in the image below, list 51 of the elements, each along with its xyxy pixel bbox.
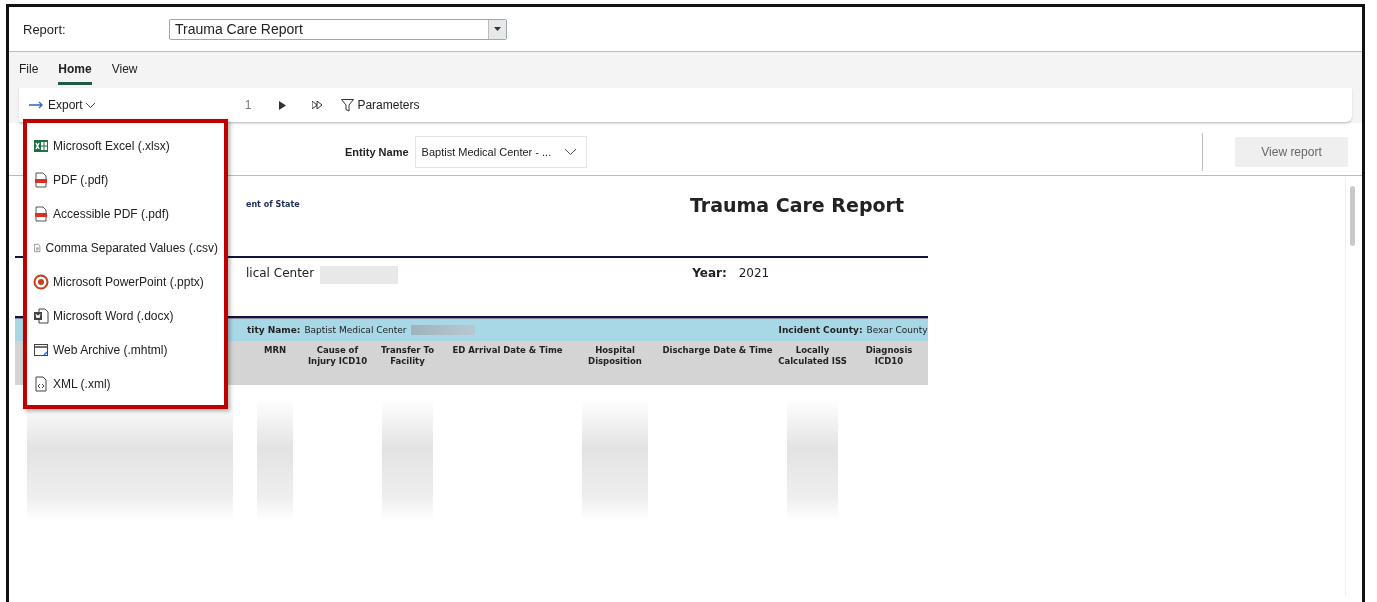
column-header: Discharge Date & Time bbox=[661, 344, 774, 357]
spreadsheet-icon bbox=[33, 138, 49, 154]
dropdown-arrow-icon bbox=[494, 27, 501, 31]
document-icon bbox=[33, 308, 49, 324]
column-header: Transfer To Facility bbox=[380, 344, 435, 368]
field-label: Incident County: bbox=[778, 325, 863, 335]
view-report-button[interactable]: View report bbox=[1235, 137, 1348, 167]
filter-icon bbox=[341, 98, 355, 112]
window-icon bbox=[33, 342, 49, 358]
agency-name: ent of State bbox=[246, 199, 300, 209]
column-header: Locally Calculated ISS bbox=[777, 344, 848, 368]
export-menu-item[interactable]: Comma Separated Values (.csv) bbox=[27, 231, 224, 265]
entity-name-label: Entity Name bbox=[345, 146, 409, 158]
export-menu-item[interactable]: Microsoft PowerPoint (.pptx) bbox=[27, 265, 224, 299]
redacted-block bbox=[410, 325, 475, 335]
circle-icon bbox=[33, 274, 49, 290]
entity-name-dropdown[interactable]: Baptist Medical Center - ... bbox=[414, 136, 588, 168]
ribbon-tab[interactable]: View bbox=[111, 55, 138, 85]
column-header: Hospital Disposition bbox=[587, 344, 643, 368]
caret-icon bbox=[85, 102, 95, 108]
export-menu-item[interactable]: Web Archive (.mhtml) bbox=[27, 333, 224, 367]
export-menu-item[interactable]: Accessible PDF (.pdf) bbox=[27, 197, 224, 231]
ribbon-tab[interactable]: Home bbox=[58, 55, 92, 85]
report-label: Report: bbox=[23, 21, 67, 37]
report-title: Trauma Care Report bbox=[689, 194, 904, 216]
export-button[interactable]: Export bbox=[25, 96, 99, 114]
column-header: MRN bbox=[262, 344, 288, 357]
last-page-icon[interactable] bbox=[312, 101, 324, 109]
export-menu-item[interactable]: Microsoft Excel (.xlsx) bbox=[27, 129, 224, 163]
ribbon-tab[interactable]: File bbox=[19, 55, 39, 85]
field-value: Baptist Medical Center bbox=[304, 325, 407, 335]
chevron-down-icon bbox=[565, 149, 577, 155]
parameters-button[interactable]: Parameters bbox=[337, 96, 424, 114]
export-menu-item[interactable]: XML (.xml) bbox=[27, 367, 224, 401]
document-icon bbox=[33, 206, 49, 222]
export-menu-item[interactable]: PDF (.pdf) bbox=[27, 163, 224, 197]
document-icon bbox=[33, 376, 49, 392]
document-icon bbox=[33, 172, 49, 188]
next-page-icon[interactable] bbox=[279, 100, 287, 110]
column-header: Diagnosis ICD10 bbox=[864, 344, 914, 368]
export-menu-item[interactable]: Microsoft Word (.docx) bbox=[27, 299, 224, 333]
field-label: tity Name: bbox=[247, 325, 301, 335]
column-header: ED Arrival Date & Time bbox=[451, 344, 564, 357]
column-header: Cause of Injury ICD10 bbox=[306, 344, 369, 368]
report-dropdown[interactable]: Trauma Care Report bbox=[169, 18, 507, 40]
page-number[interactable]: 1 bbox=[244, 98, 252, 112]
year-value: 2021 bbox=[738, 266, 770, 280]
field-value: Bexar County bbox=[866, 325, 928, 335]
arrow-icon bbox=[29, 101, 45, 109]
year-label: Year: bbox=[692, 266, 727, 280]
facility-name: lical Center bbox=[246, 266, 315, 280]
